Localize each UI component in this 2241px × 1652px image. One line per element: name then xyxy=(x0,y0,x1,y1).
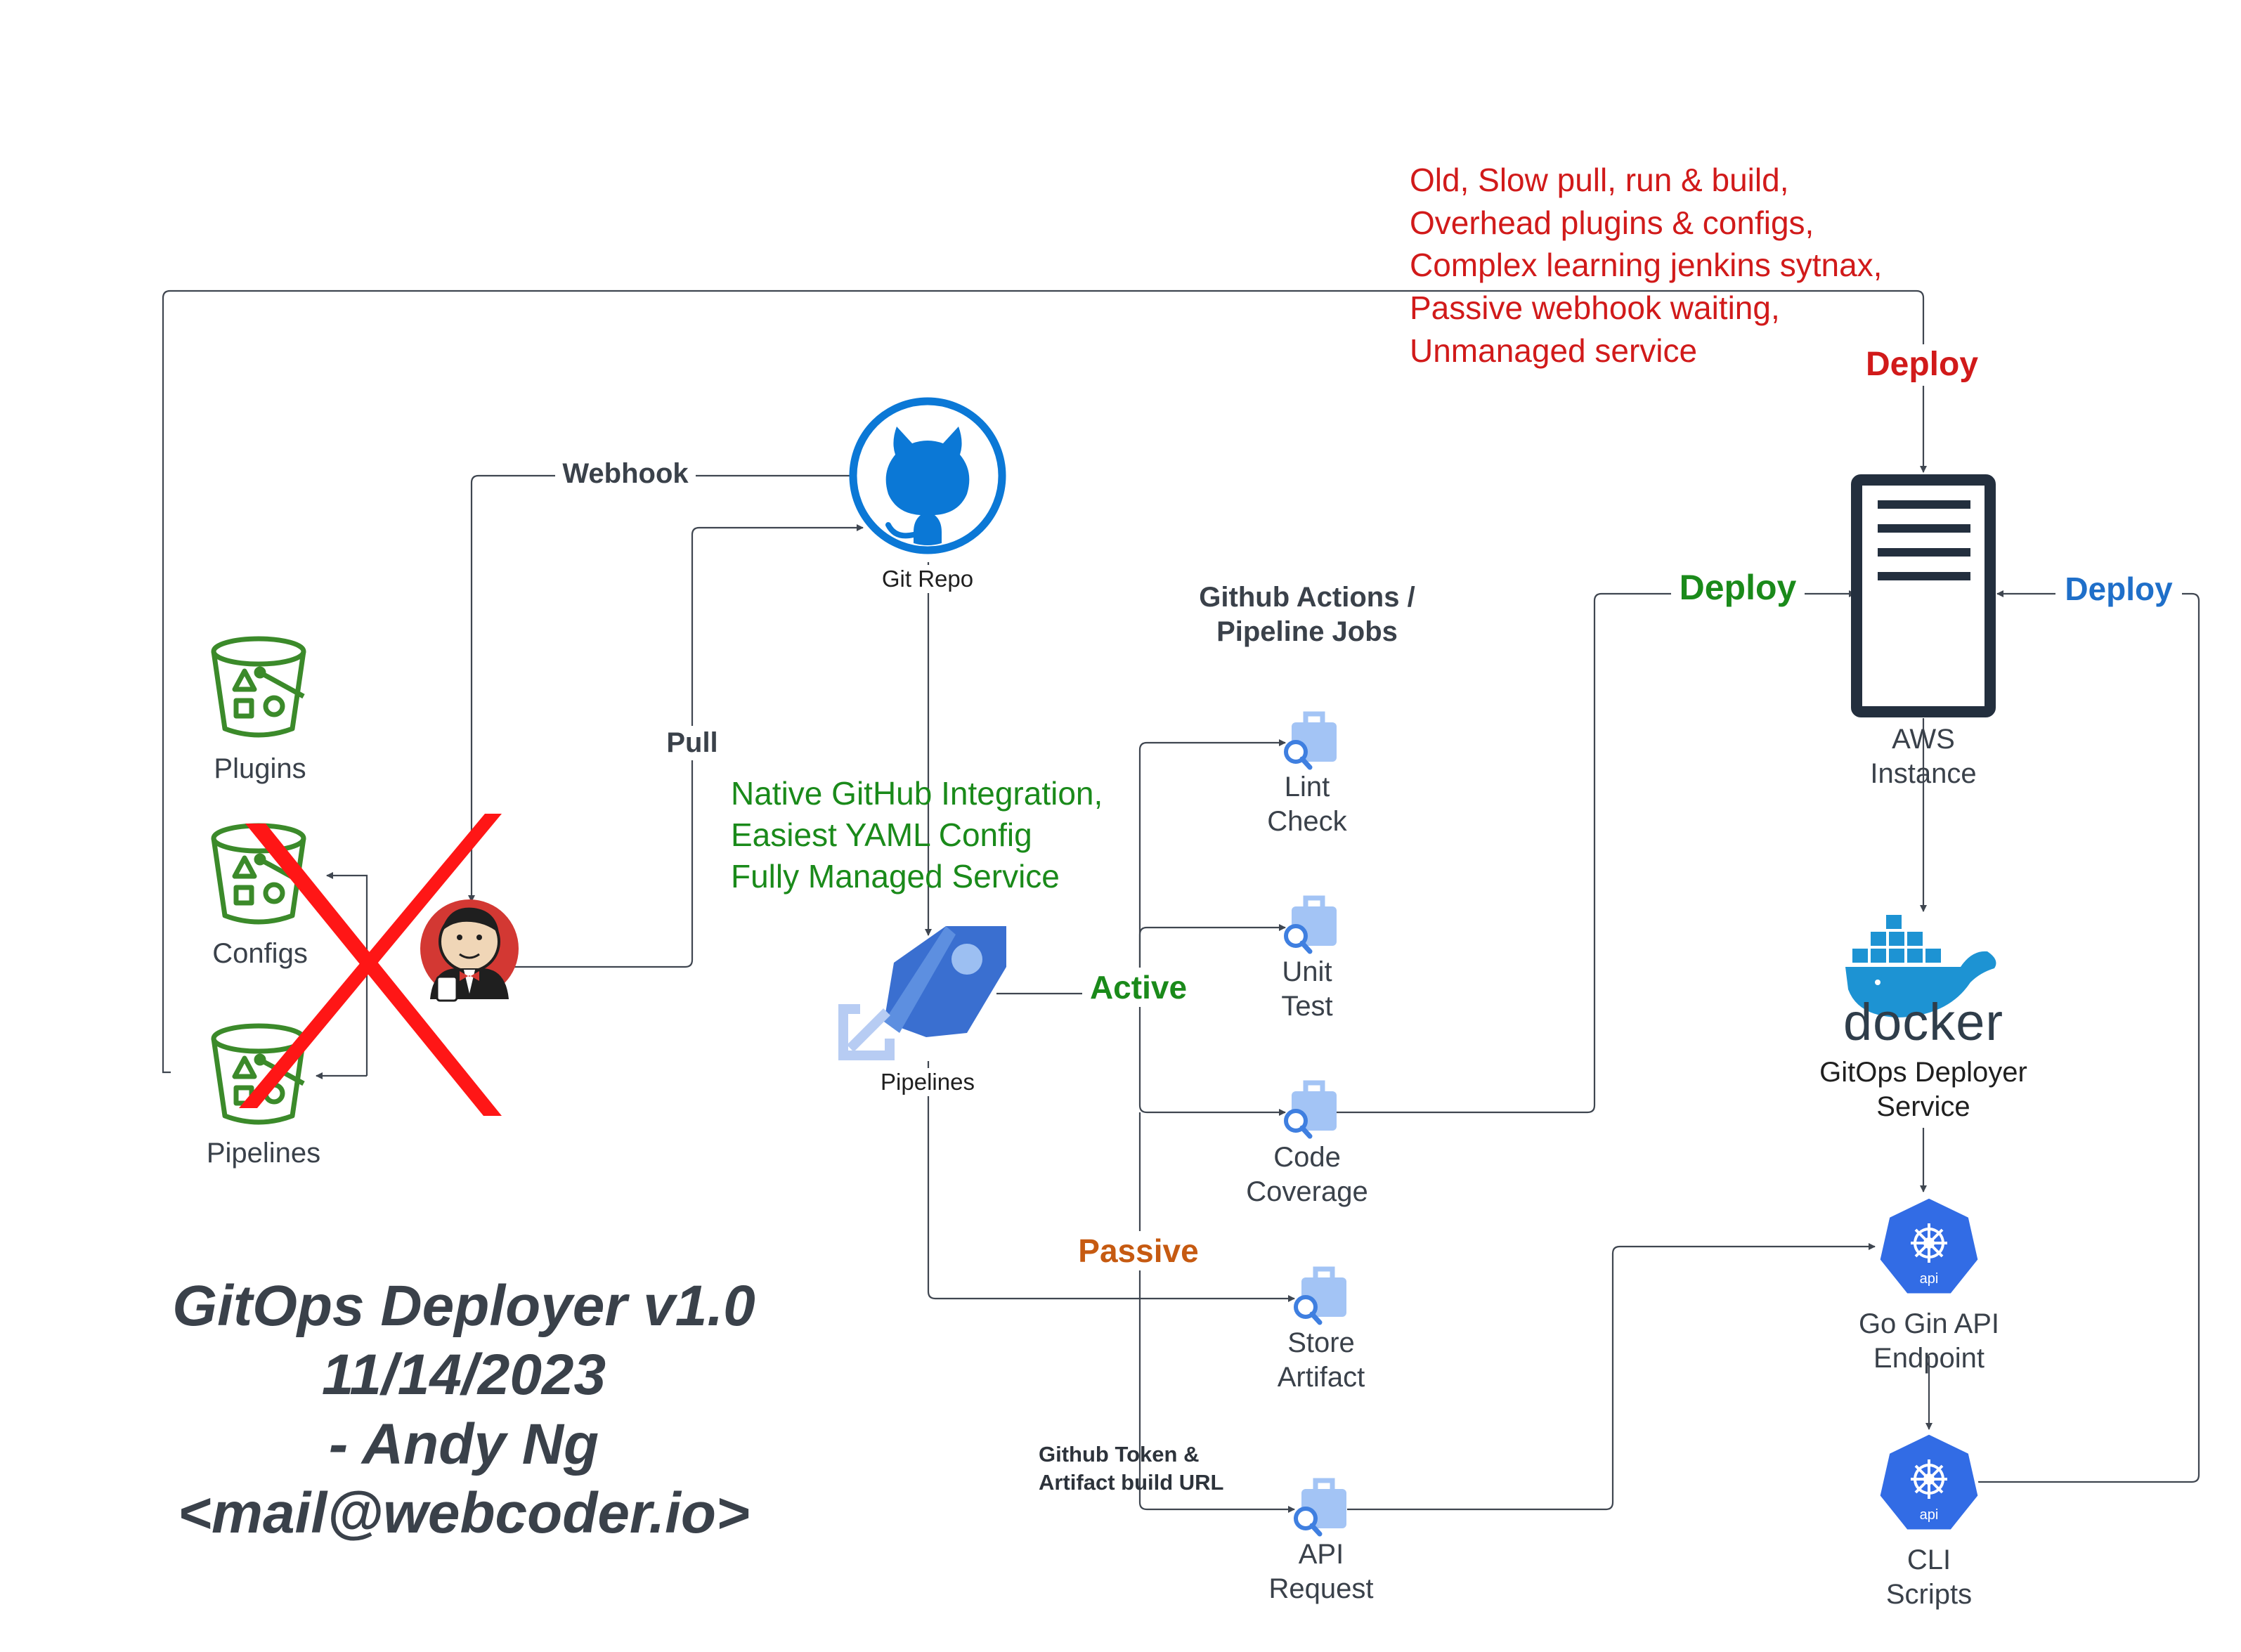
footer-title: GitOps Deployer v1.0 11/14/2023 - Andy N… xyxy=(172,1274,755,1546)
jenkins-butler-icon xyxy=(420,899,519,1002)
api-request-label: API Request xyxy=(1268,1539,1374,1604)
gitops-deployer-service-label: GitOps Deployer Service xyxy=(1819,1057,2027,1122)
webhook-edge-label: Webhook xyxy=(555,457,696,491)
code-coverage-label: Code Coverage xyxy=(1246,1142,1368,1207)
jobs-title: Github Actions / Pipeline Jobs xyxy=(1199,582,1415,647)
deploy-red-label: Deploy xyxy=(1848,344,1996,386)
go-gin-api-endpoint-label: Go Gin API Endpoint xyxy=(1858,1308,2000,1374)
old-issues-note: Old, Slow pull, run & build, Overhead pl… xyxy=(1410,162,1883,369)
store-artifact-job-icon xyxy=(1294,1266,1346,1325)
api-request-job-icon xyxy=(1294,1478,1346,1537)
token-note: Github Token & Artifact build URL xyxy=(1039,1442,1224,1495)
unit-test-label: Unit Test xyxy=(1281,956,1333,1022)
code-coverage-job-icon xyxy=(1284,1080,1337,1139)
server-icon xyxy=(1851,474,1996,717)
docker-wordmark: docker xyxy=(1843,993,2004,1051)
deploy-blue-label: Deploy xyxy=(2055,569,2182,609)
plugins-label: Plugins xyxy=(214,753,306,784)
configs-label: Configs xyxy=(212,938,308,969)
pipelines-bucket-label: Pipelines xyxy=(206,1138,321,1169)
github-octocat-icon xyxy=(849,397,1006,554)
pipelines-bucket-icon xyxy=(211,1023,306,1125)
azure-pipelines-icon xyxy=(838,926,1006,1060)
deploy-green-label: Deploy xyxy=(1671,566,1805,609)
azure-pipelines-label: Pipelines xyxy=(857,1068,998,1097)
cli-api-badge: api xyxy=(1919,1507,1939,1523)
lint-check-job-icon xyxy=(1284,711,1337,770)
passive-edge-label: Passive xyxy=(1068,1231,1209,1271)
unit-test-job-icon xyxy=(1284,895,1337,954)
git-repo-label: Git Repo xyxy=(857,565,998,594)
diagram-canvas: Plugins Configs Pipelines Webhook Pull G… xyxy=(0,0,2241,1652)
plugins-bucket-icon xyxy=(211,636,306,738)
gin-api-badge: api xyxy=(1919,1271,1939,1287)
lint-check-label: Lint Check xyxy=(1267,772,1347,837)
new-benefits-note: Native GitHub Integration, Easiest YAML … xyxy=(731,775,1103,895)
aws-instance-label: AWS Instance xyxy=(1870,724,1977,789)
store-artifact-label: Store Artifact xyxy=(1277,1327,1365,1393)
cli-scripts-label: CLI Scripts xyxy=(1885,1544,1973,1610)
active-edge-label: Active xyxy=(1082,968,1195,1008)
pull-edge-label: Pull xyxy=(654,726,731,760)
